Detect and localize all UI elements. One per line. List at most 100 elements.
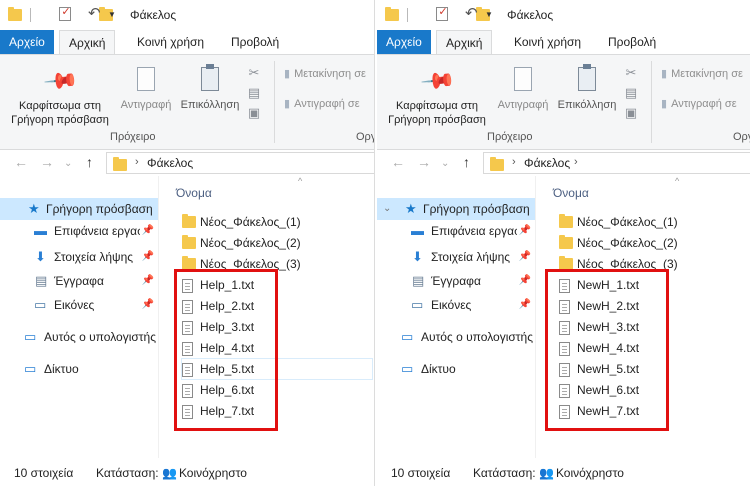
- sort-caret-icon: ^: [675, 176, 680, 186]
- undo-icon[interactable]: ↶: [88, 4, 101, 22]
- nav-label: Έγγραφα: [54, 274, 104, 288]
- recent-dropdown-icon[interactable]: ⌄: [441, 158, 449, 169]
- address-path[interactable]: Φάκελος: [524, 156, 570, 170]
- nav-item-this-pc[interactable]: ▭ Αυτός ο υπολογιστής: [377, 326, 535, 348]
- status-state: Κατάσταση: 👥 Κοινόχρηστο: [473, 466, 624, 480]
- pinned-icon: 📌: [141, 251, 154, 262]
- move-to-button[interactable]: ▮ Μετακίνηση σε: [284, 67, 366, 80]
- paste-button[interactable]: Επικόλληση: [555, 63, 619, 111]
- folder-name: Νέος_Φάκελος_(1): [200, 215, 301, 229]
- tab-file[interactable]: Αρχείο: [377, 30, 431, 54]
- customize-dropdown-icon[interactable]: ▼: [485, 10, 493, 19]
- nav-item-pictures[interactable]: ▭ Εικόνες 📌: [0, 294, 158, 316]
- nav-label: Γρήγορη πρόσβαση: [423, 202, 530, 216]
- tab-file[interactable]: Αρχείο: [0, 30, 54, 54]
- nav-label: Έγγραφα: [431, 274, 481, 288]
- cut-icon[interactable]: ✂: [246, 63, 262, 83]
- window-title: Φάκελος: [130, 8, 177, 22]
- chevron-down-icon[interactable]: ⌄: [383, 198, 391, 220]
- back-arrow-icon[interactable]: ←: [391, 154, 405, 170]
- recent-dropdown-icon[interactable]: ⌄: [64, 158, 72, 169]
- chevron-right-icon[interactable]: ›: [512, 156, 516, 168]
- nav-item-this-pc[interactable]: ▭ Αυτός ο υπολογιστής: [0, 326, 158, 348]
- back-arrow-icon[interactable]: ←: [14, 154, 28, 170]
- tab-view[interactable]: Προβολή: [599, 30, 665, 54]
- column-header-name[interactable]: Όνομα: [176, 186, 212, 200]
- properties-icon[interactable]: [436, 5, 449, 21]
- up-arrow-icon[interactable]: ↑: [463, 154, 470, 170]
- chevron-right-icon[interactable]: ›: [135, 156, 139, 168]
- copy-path-icon[interactable]: ▤: [623, 83, 639, 103]
- ribbon: 📌 Καρφίτσωμα στη Γρήγορη πρόσβαση Αντιγρ…: [377, 54, 750, 150]
- navigation-bar: ← → ⌄ ↑ › Φάκελος: [0, 150, 374, 176]
- up-arrow-icon[interactable]: ↑: [86, 154, 93, 170]
- nav-item-network[interactable]: ▭ Δίκτυο: [0, 358, 158, 380]
- column-header-name[interactable]: Όνομα: [553, 186, 589, 200]
- copy-path-icon[interactable]: ▤: [246, 83, 262, 103]
- tab-home[interactable]: Αρχική: [436, 30, 493, 55]
- copy-to-button[interactable]: ▮ Αντιγραφή σε: [284, 97, 360, 110]
- nav-item-pictures[interactable]: ▭ Εικόνες 📌: [377, 294, 535, 316]
- tab-home[interactable]: Αρχική: [59, 30, 116, 55]
- state-label: Κατάσταση:: [473, 466, 536, 480]
- customize-dropdown-icon[interactable]: ▼: [108, 10, 116, 19]
- status-state: Κατάσταση: 👥 Κοινόχρηστο: [96, 466, 247, 480]
- copy-button[interactable]: Αντιγραφή: [114, 63, 178, 111]
- folder-icon: [559, 214, 573, 228]
- nav-label: Δίκτυο: [44, 362, 79, 376]
- nav-item-downloads[interactable]: ⬇ Στοιχεία λήψης 📌: [0, 246, 158, 268]
- status-bar: 10 στοιχεία Κατάσταση: 👥 Κοινόχρηστο: [0, 458, 374, 486]
- pane-divider[interactable]: [535, 176, 536, 458]
- nav-item-documents[interactable]: ▤ Έγγραφα 📌: [377, 270, 535, 292]
- explorer-window-left: ↶ ▼ Φάκελος Αρχείο Αρχική Κοινή χρήση Πρ…: [0, 0, 375, 486]
- copy-button[interactable]: Αντιγραφή: [491, 63, 555, 111]
- tab-share[interactable]: Κοινή χρήση: [128, 30, 213, 54]
- pin-to-quick-access-button[interactable]: 📌 Καρφίτσωμα στη Γρήγορη πρόσβαση: [385, 62, 489, 127]
- paste-button[interactable]: Επικόλληση: [178, 63, 242, 111]
- move-to-label: Μετακίνηση σε: [294, 68, 366, 80]
- forward-arrow-icon[interactable]: →: [417, 154, 431, 170]
- nav-label: Στοιχεία λήψης: [54, 250, 134, 264]
- organize-group-label: Οργ: [733, 131, 750, 143]
- properties-icon[interactable]: [59, 5, 72, 21]
- tab-share[interactable]: Κοινή χρήση: [505, 30, 590, 54]
- copy-to-label: Αντιγραφή σε: [671, 98, 737, 110]
- pin-label-line1: Καρφίτσωμα στη: [19, 100, 101, 112]
- address-bar[interactable]: › Φάκελος: [106, 152, 374, 174]
- computer-icon: ▭: [24, 329, 37, 344]
- paste-icon: [578, 64, 596, 91]
- copy-to-button[interactable]: ▮ Αντιγραφή σε: [661, 97, 737, 110]
- nav-label: Αυτός ο υπολογιστής: [421, 330, 533, 344]
- nav-label: Εικόνες: [431, 298, 472, 312]
- forward-arrow-icon[interactable]: →: [40, 154, 54, 170]
- paste-shortcut-icon[interactable]: ▣: [623, 103, 639, 123]
- address-path[interactable]: Φάκελος: [147, 156, 193, 170]
- state-value: Κοινόχρηστο: [555, 466, 624, 480]
- move-to-button[interactable]: ▮ Μετακίνηση σε: [661, 67, 743, 80]
- folder-icon: [490, 157, 504, 171]
- tab-view[interactable]: Προβολή: [222, 30, 288, 54]
- nav-item-downloads[interactable]: ⬇ Στοιχεία λήψης 📌: [377, 246, 535, 268]
- navigation-pane: ⌄ ★ Γρήγορη πρόσβαση ▬ Επιφάνεια εργασία…: [377, 176, 535, 458]
- state-label: Κατάσταση:: [96, 466, 159, 480]
- nav-item-desktop[interactable]: ▬ Επιφάνεια εργασίας 📌: [377, 220, 535, 242]
- undo-icon[interactable]: ↶: [465, 4, 478, 22]
- folder-name: Νέος_Φάκελος_(2): [200, 236, 301, 250]
- nav-item-documents[interactable]: ▤ Έγγραφα 📌: [0, 270, 158, 292]
- cut-icon[interactable]: ✂: [623, 63, 639, 83]
- nav-item-quick-access[interactable]: ★ Γρήγορη πρόσβαση: [0, 198, 158, 220]
- folder-name: Νέος_Φάκελος_(1): [577, 215, 678, 229]
- nav-item-quick-access[interactable]: ⌄ ★ Γρήγορη πρόσβαση: [377, 198, 535, 220]
- address-bar[interactable]: › Φάκελος ›: [483, 152, 750, 174]
- pin-to-quick-access-button[interactable]: 📌 Καρφίτσωμα στη Γρήγορη πρόσβαση: [8, 62, 112, 127]
- clipboard-small-actions: ✂ ▤ ▣: [246, 63, 262, 123]
- paste-label: Επικόλληση: [180, 99, 240, 111]
- nav-item-desktop[interactable]: ▬ Επιφάνεια εργασίας 📌: [0, 220, 158, 242]
- chevron-right-icon[interactable]: ›: [574, 156, 578, 168]
- paste-shortcut-icon[interactable]: ▣: [246, 103, 262, 123]
- pin-icon: 📌: [420, 62, 458, 100]
- network-icon: ▭: [24, 361, 37, 376]
- nav-item-network[interactable]: ▭ Δίκτυο: [377, 358, 535, 380]
- move-to-icon: ▮: [661, 68, 668, 80]
- pane-divider[interactable]: [158, 176, 159, 458]
